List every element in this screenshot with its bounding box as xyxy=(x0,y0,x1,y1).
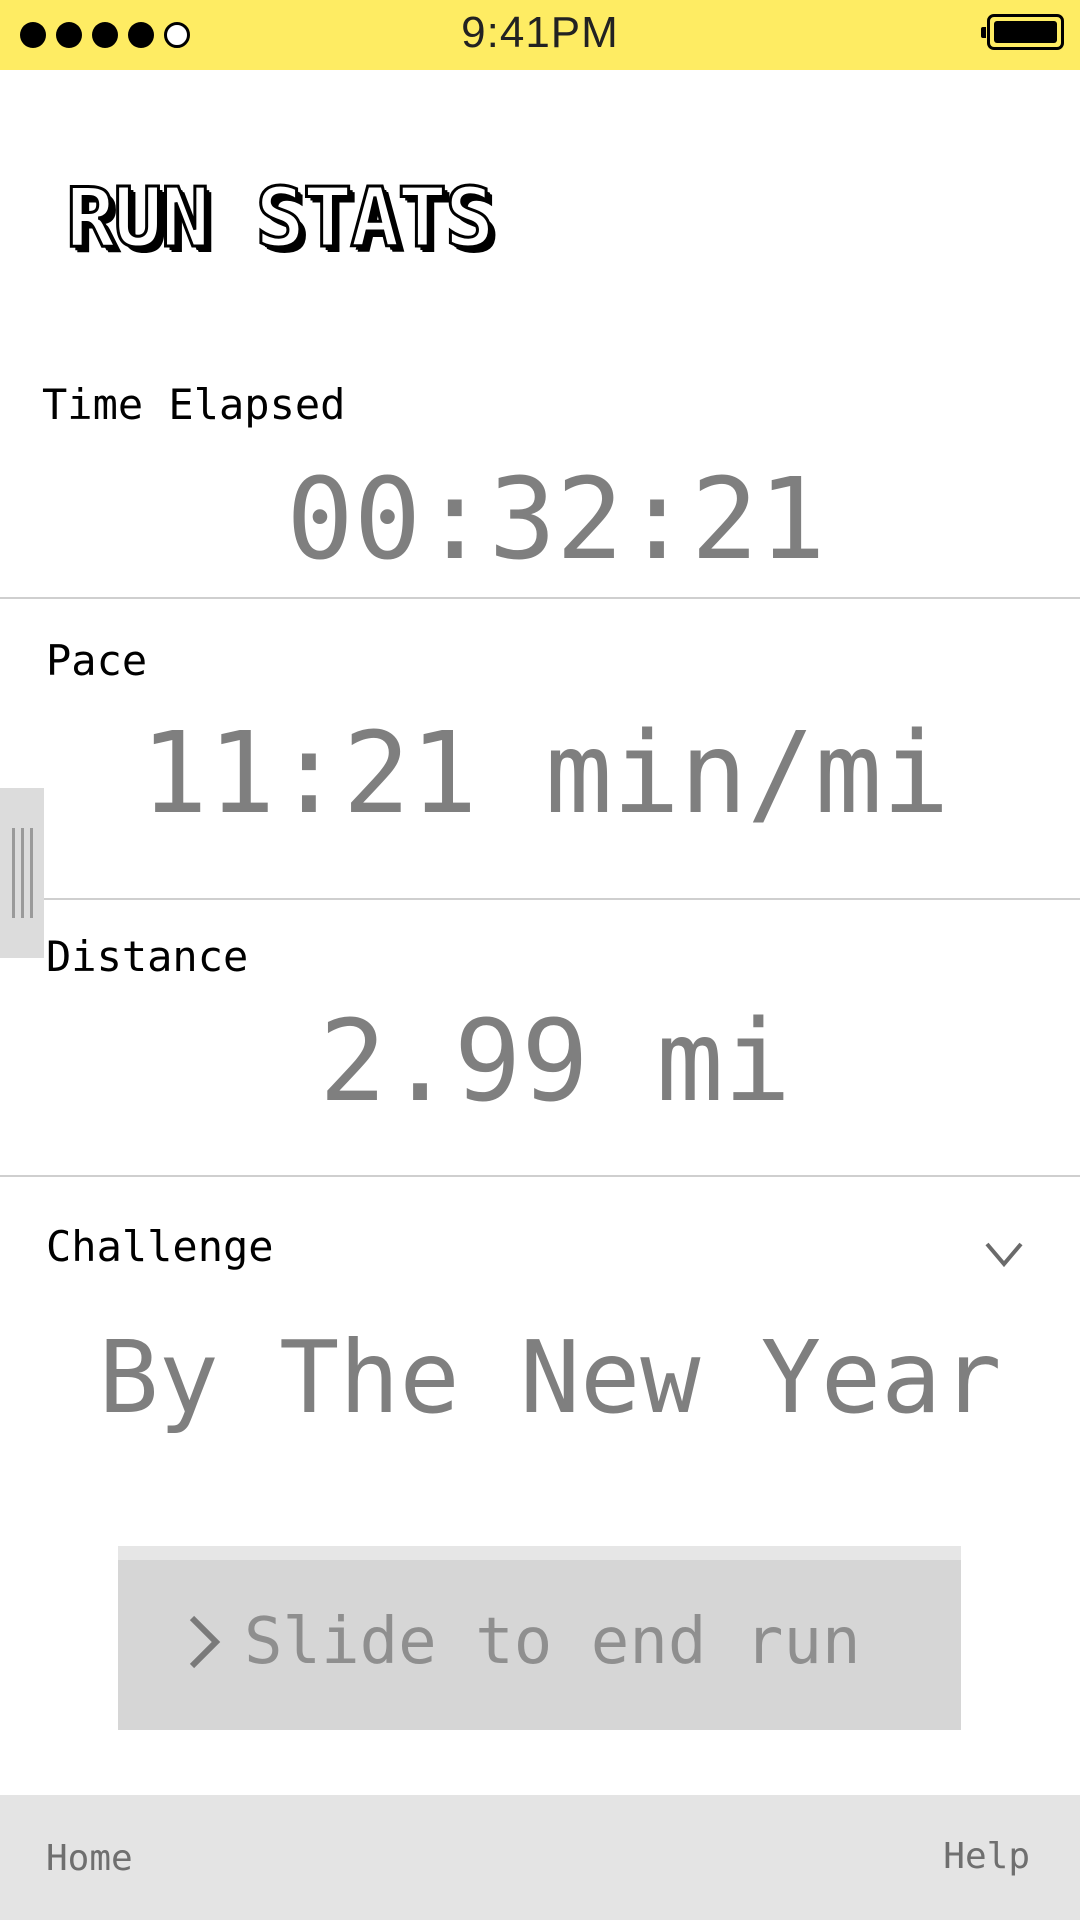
challenge-value[interactable]: By The New Year xyxy=(0,1318,1080,1438)
nav-help[interactable]: Help xyxy=(943,1835,1030,1879)
chevron-down-icon[interactable] xyxy=(984,1238,1024,1270)
pace-value: 11:21 min/mi xyxy=(140,709,950,839)
time-elapsed-label: Time Elapsed xyxy=(42,380,346,429)
distance-label: Distance xyxy=(46,932,249,981)
app-title: RUN STATS xyxy=(64,171,495,266)
battery-level xyxy=(994,21,1057,43)
divider xyxy=(0,1175,1080,1177)
slide-label: Slide to end run xyxy=(244,1605,861,1679)
bottom-nav: Home Help xyxy=(0,1795,1080,1920)
divider xyxy=(0,597,1080,599)
slide-to-end-run-slider[interactable]: Slide to end run xyxy=(118,1546,961,1730)
drag-handle-icon xyxy=(20,828,24,918)
pace-label: Pace xyxy=(46,636,148,685)
chevron-right-icon[interactable] xyxy=(188,1614,222,1670)
time-elapsed-value: 00:32:21 xyxy=(286,455,826,585)
distance-value: 2.99 mi xyxy=(318,997,791,1127)
status-bar: 9:41PM xyxy=(0,0,1080,70)
drag-handle-icon xyxy=(29,828,33,918)
drag-handle-icon xyxy=(11,828,15,918)
challenge-label: Challenge xyxy=(46,1222,274,1271)
battery-full-icon xyxy=(981,14,1064,50)
nav-home[interactable]: Home xyxy=(46,1837,133,1881)
status-time: 9:41PM xyxy=(461,8,619,57)
side-panel-handle[interactable] xyxy=(0,788,44,958)
divider xyxy=(0,898,1080,900)
